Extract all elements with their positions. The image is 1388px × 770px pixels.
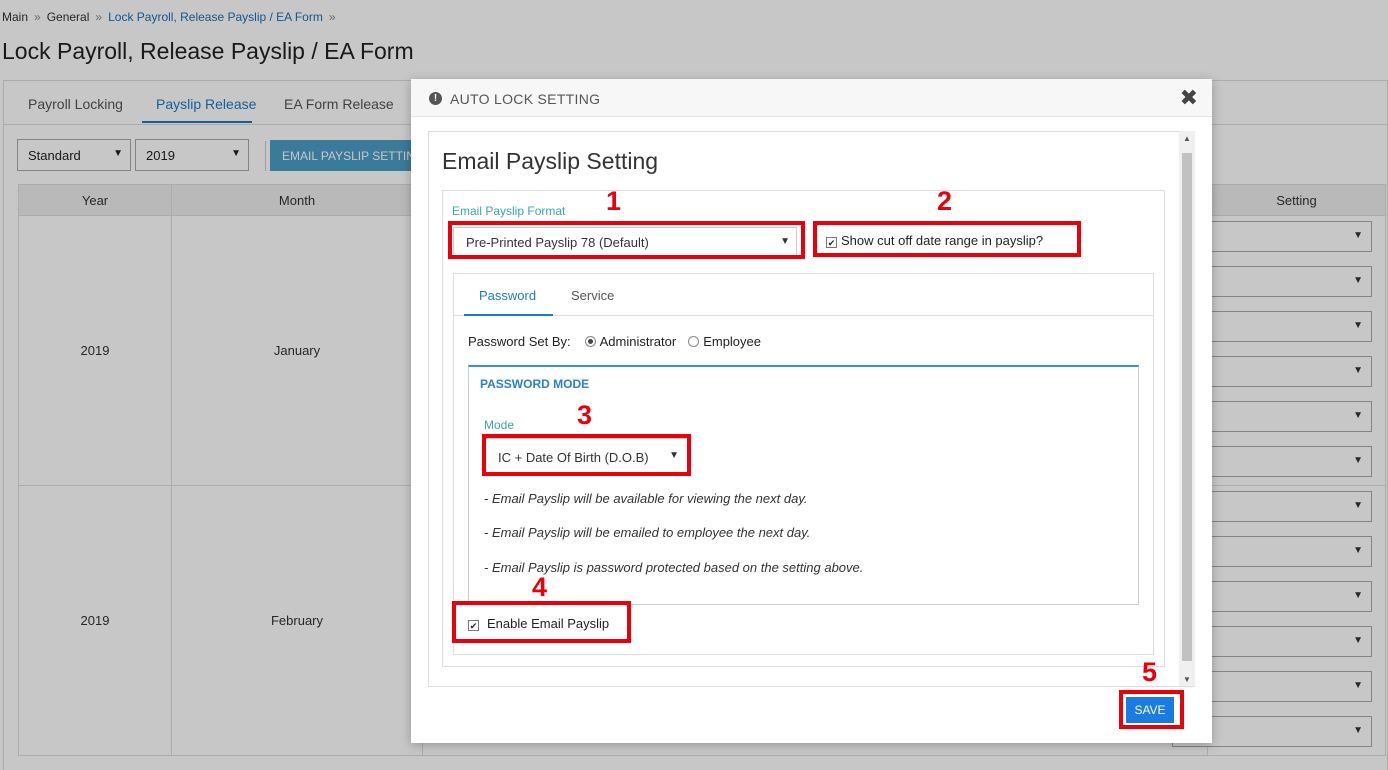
password-mode-box: PASSWORD MODE Mode IC + Date Of Birth (D… [468,365,1139,605]
active-tab-indicator [464,314,553,316]
modal-title: AUTO LOCK SETTING [450,91,601,107]
mode-label: Mode [484,418,515,432]
password-set-by-label: Password Set By: [468,334,571,349]
annotation-number-3: 3 [577,400,593,430]
note-viewing: - Email Payslip will be available for vi… [484,491,808,506]
footer-divider [428,686,1195,687]
radio-employee[interactable] [688,336,700,347]
annotation-number-4: 4 [532,572,548,602]
section-title: Email Payslip Setting [442,148,659,174]
annotation-box-2 [813,221,1081,257]
tab-service[interactable]: Service [571,288,614,303]
annotation-number-5: 5 [1142,657,1158,687]
inner-tab-bar: Password Service [454,274,1153,316]
auto-lock-setting-modal: ! AUTO LOCK SETTING ✖ Email Payslip Sett… [411,79,1212,743]
info-icon: ! [429,92,442,105]
format-label: Email Payslip Format [452,204,566,218]
scroll-up-icon[interactable]: ▲ [1183,134,1191,143]
annotation-number-2: 2 [937,186,953,216]
annotation-box-4 [452,601,631,643]
close-icon[interactable]: ✖ [1180,87,1198,109]
email-payslip-card: Email Payslip Format Pre-Printed Payslip… [442,190,1165,667]
radio-administrator[interactable] [584,336,596,347]
password-set-by-row: Password Set By: Administrator Employee [468,334,761,349]
radio-administrator-label[interactable]: Administrator [600,334,677,349]
scroll-down-icon[interactable]: ▼ [1183,675,1191,684]
annotation-box-5 [1119,690,1184,729]
annotation-box-3 [482,434,691,476]
scroll-thumb[interactable] [1182,153,1192,661]
modal-header: ! AUTO LOCK SETTING ✖ [411,79,1212,117]
password-mode-title: PASSWORD MODE [480,377,590,391]
modal-scrollbar[interactable]: ▲ ▼ [1179,131,1195,687]
annotation-number-1: 1 [606,186,622,216]
tab-password[interactable]: Password [479,288,536,303]
radio-employee-label[interactable]: Employee [703,334,761,349]
annotation-box-1 [448,221,805,259]
note-emailed: - Email Payslip will be emailed to emplo… [484,525,811,540]
